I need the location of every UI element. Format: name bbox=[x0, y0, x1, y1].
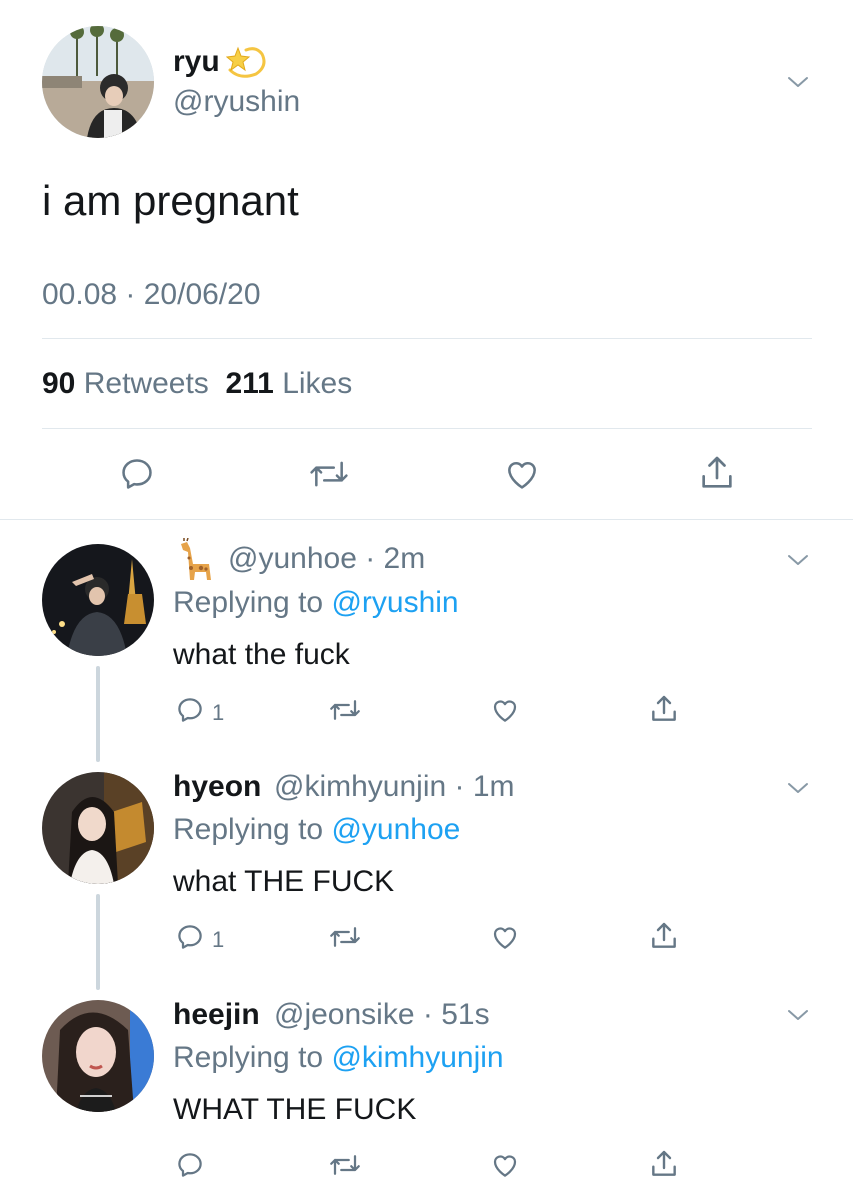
author-name[interactable]: ryu bbox=[173, 44, 220, 80]
reply-count: 1 bbox=[212, 700, 225, 725]
author-handle[interactable]: @ryushin bbox=[173, 84, 300, 120]
like-label[interactable]: Likes bbox=[282, 367, 352, 400]
tweet-timestamp[interactable]: 00.08 · 20/06/20 bbox=[42, 277, 261, 313]
retweet-icon[interactable] bbox=[328, 922, 362, 952]
like-icon[interactable] bbox=[489, 922, 521, 952]
reply-avatar[interactable] bbox=[42, 772, 154, 884]
retweet-count[interactable]: 90 bbox=[42, 367, 75, 400]
reply-author-name[interactable]: heejin bbox=[173, 997, 260, 1033]
chevron-down-icon[interactable] bbox=[786, 1003, 810, 1027]
like-icon[interactable] bbox=[502, 455, 542, 493]
tweet-text: i am pregnant bbox=[42, 177, 299, 224]
reply-text: what THE FUCK bbox=[173, 865, 395, 898]
chevron-down-icon[interactable] bbox=[786, 776, 810, 800]
reply-icon[interactable] bbox=[118, 455, 156, 493]
divider bbox=[0, 519, 853, 520]
replying-prefix: Replying to bbox=[173, 813, 324, 846]
reply-icon[interactable] bbox=[175, 922, 205, 952]
like-count[interactable]: 211 bbox=[225, 367, 273, 400]
reply-avatar[interactable] bbox=[42, 1000, 154, 1112]
like-icon[interactable] bbox=[489, 695, 521, 725]
reply-avatar[interactable] bbox=[42, 544, 154, 656]
reply-time[interactable]: · 1m bbox=[455, 770, 515, 803]
divider bbox=[42, 338, 812, 339]
share-icon[interactable] bbox=[648, 693, 680, 725]
retweet-icon[interactable] bbox=[308, 455, 350, 493]
main-avatar[interactable] bbox=[42, 26, 154, 138]
share-icon[interactable] bbox=[648, 1148, 680, 1180]
replying-mention[interactable]: @kimhyunjin bbox=[331, 1041, 503, 1074]
tweet-stats: 90 Retweets 211 Likes bbox=[42, 366, 352, 402]
replying-to: Replying to @kimhyunjin bbox=[173, 1040, 504, 1076]
reply-handle[interactable]: @yunhoe · 2m bbox=[228, 541, 425, 577]
thread-line bbox=[96, 666, 100, 762]
like-icon[interactable] bbox=[489, 1150, 521, 1180]
retweet-label[interactable]: Retweets bbox=[84, 367, 209, 400]
reply-text: what the fuck bbox=[173, 638, 350, 671]
reply-icon[interactable] bbox=[175, 695, 205, 725]
reply-time[interactable]: · 2m bbox=[365, 542, 425, 575]
divider bbox=[42, 428, 812, 429]
giraffe-icon bbox=[173, 538, 217, 582]
chevron-down-icon[interactable] bbox=[786, 548, 810, 572]
thread-line bbox=[96, 894, 100, 990]
reply-handle[interactable]: @jeonsike · 51s bbox=[274, 997, 490, 1033]
retweet-icon[interactable] bbox=[328, 695, 362, 725]
reply-handle-text[interactable]: @jeonsike bbox=[274, 998, 415, 1031]
replying-to: Replying to @ryushin bbox=[173, 585, 459, 621]
reply-handle[interactable]: @kimhyunjin · 1m bbox=[274, 769, 515, 805]
reply-handle-text[interactable]: @yunhoe bbox=[228, 542, 357, 575]
share-icon[interactable] bbox=[648, 920, 680, 952]
replying-mention[interactable]: @yunhoe bbox=[331, 813, 460, 846]
replying-prefix: Replying to bbox=[173, 1041, 324, 1074]
reply-icon[interactable] bbox=[175, 1150, 205, 1180]
reply-handle-text[interactable]: @kimhyunjin bbox=[274, 770, 446, 803]
reply-text: WHAT THE FUCK bbox=[173, 1093, 417, 1126]
chevron-down-icon[interactable] bbox=[786, 70, 810, 94]
share-icon[interactable] bbox=[697, 453, 737, 493]
replying-prefix: Replying to bbox=[173, 586, 324, 619]
dizzy-star-icon bbox=[226, 40, 268, 80]
reply-count: 1 bbox=[212, 927, 225, 952]
retweet-icon[interactable] bbox=[328, 1150, 362, 1180]
reply-time[interactable]: · 51s bbox=[423, 998, 490, 1031]
replying-mention[interactable]: @ryushin bbox=[331, 586, 458, 619]
reply-author-name[interactable]: hyeon bbox=[173, 769, 261, 805]
replying-to: Replying to @yunhoe bbox=[173, 812, 460, 848]
